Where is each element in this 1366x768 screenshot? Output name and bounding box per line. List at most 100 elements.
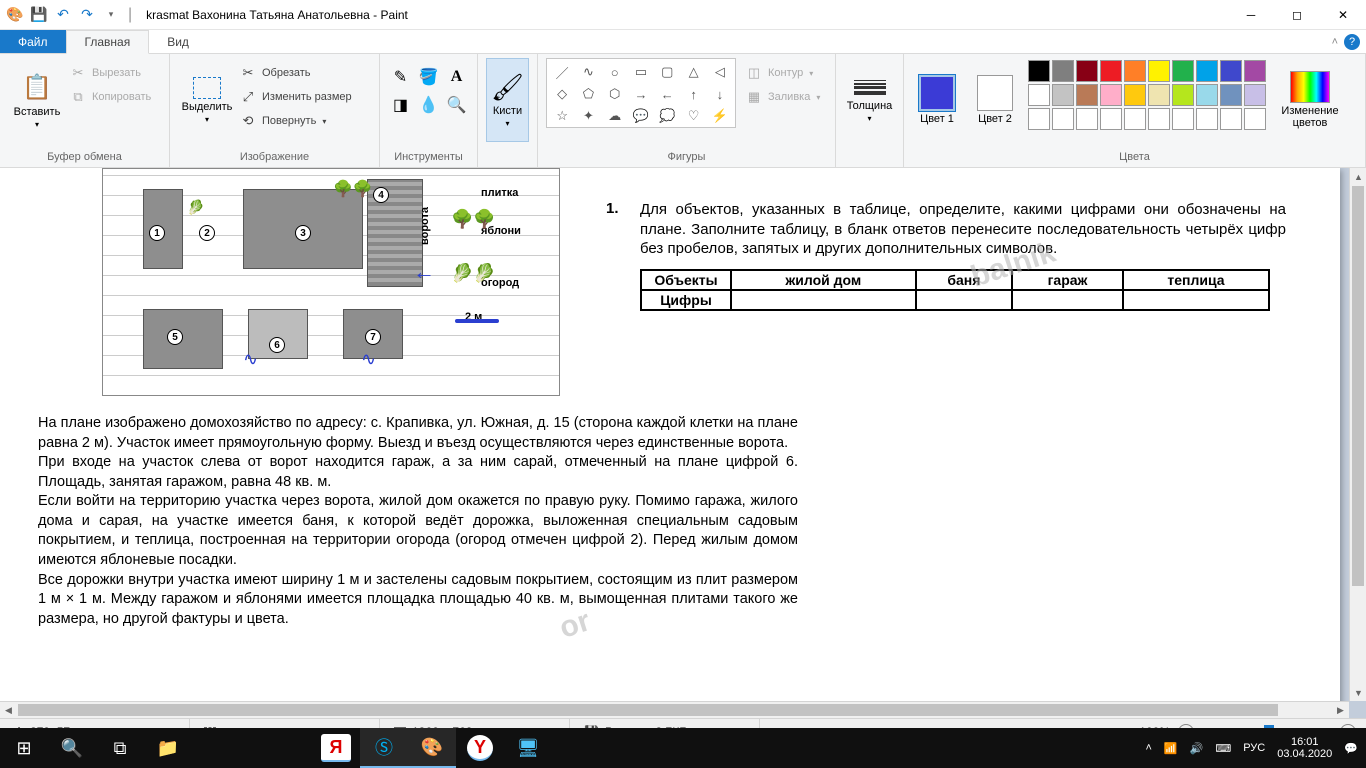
start-button[interactable]: ⊞ <box>0 728 48 768</box>
group-image-label: Изображение <box>170 149 379 167</box>
redo-icon[interactable]: ↷ <box>76 4 98 26</box>
clock[interactable]: 16:01 03.04.2020 <box>1277 736 1332 760</box>
collapse-ribbon-icon[interactable]: ˄ <box>1332 36 1338 48</box>
color-swatch[interactable] <box>1100 108 1122 130</box>
color-swatch[interactable] <box>1244 108 1266 130</box>
maximize-button[interactable]: ◻ <box>1274 0 1320 30</box>
shape-outline-button[interactable]: ◫Контур ▾ <box>742 62 824 84</box>
color-swatch[interactable] <box>1076 60 1098 82</box>
color-swatch[interactable] <box>1172 108 1194 130</box>
scroll-down-icon[interactable]: ▼ <box>1350 684 1366 701</box>
sound-icon[interactable]: 🔊 <box>1190 742 1204 755</box>
scroll-thumb-h[interactable] <box>18 704 1278 716</box>
tab-view[interactable]: Вид <box>149 30 207 53</box>
paint-taskbar-icon[interactable]: 🎨 <box>408 728 456 768</box>
search-icon[interactable]: 🔍 <box>48 728 96 768</box>
tab-home[interactable]: Главная <box>66 30 150 54</box>
resize-button[interactable]: ⤢Изменить размер <box>236 86 356 108</box>
scroll-left-icon[interactable]: ◀ <box>0 702 17 718</box>
color-swatch[interactable] <box>1244 60 1266 82</box>
rotate-button[interactable]: ⟲Повернуть ▾ <box>236 110 356 132</box>
vertical-scrollbar[interactable]: ▲ ▼ <box>1349 168 1366 701</box>
task-view-icon[interactable]: ⧉ <box>96 728 144 768</box>
color-swatch[interactable] <box>1172 84 1194 106</box>
color-swatch[interactable] <box>1052 60 1074 82</box>
color-swatch[interactable] <box>1100 84 1122 106</box>
eraser-tool[interactable]: ◨ <box>388 92 414 118</box>
color-swatch[interactable] <box>1052 108 1074 130</box>
color-swatch[interactable] <box>1148 108 1170 130</box>
tray-chevron-icon[interactable]: ˄ <box>1145 742 1151 754</box>
color-swatch[interactable] <box>1196 84 1218 106</box>
tab-file[interactable]: Файл <box>0 30 66 53</box>
brushes-button[interactable]: 🖌 Кисти▾ <box>486 58 529 142</box>
color-swatch[interactable] <box>1148 60 1170 82</box>
desktop-icon[interactable]: 🖥 <box>504 728 552 768</box>
palette-row3[interactable] <box>1028 108 1266 130</box>
color2-button[interactable]: Цвет 2 <box>970 58 1020 142</box>
color-swatch[interactable] <box>1124 60 1146 82</box>
crop-icon: ✂ <box>240 65 256 81</box>
color-swatch[interactable] <box>1028 60 1050 82</box>
pencil-tool[interactable]: ✎ <box>388 64 414 90</box>
close-button[interactable]: ✕ <box>1320 0 1366 30</box>
color-swatch[interactable] <box>1196 60 1218 82</box>
color-swatch[interactable] <box>1124 108 1146 130</box>
wifi-icon[interactable]: 📶 <box>1164 742 1178 755</box>
help-icon[interactable]: ? <box>1344 34 1360 50</box>
window-controls: ─ ◻ ✕ <box>1228 0 1366 30</box>
select-button[interactable]: Выделить▾ <box>178 58 236 142</box>
edit-colors-button[interactable]: Изменение цветов <box>1274 58 1346 142</box>
file-explorer-icon[interactable]: 📁 <box>144 728 192 768</box>
color-swatch[interactable] <box>1076 84 1098 106</box>
save-icon[interactable]: 💾 <box>28 4 50 26</box>
color-swatch[interactable] <box>1196 108 1218 130</box>
skype-icon[interactable]: Ⓢ <box>360 728 408 768</box>
color-swatch[interactable] <box>1244 84 1266 106</box>
color-swatch[interactable] <box>1028 84 1050 106</box>
color-swatch[interactable] <box>1028 108 1050 130</box>
scroll-up-icon[interactable]: ▲ <box>1350 168 1366 185</box>
line-weight-button[interactable]: Толщина▾ <box>844 58 895 142</box>
crop-button[interactable]: ✂Обрезать <box>236 62 356 84</box>
copy-button[interactable]: ⧉Копировать <box>66 86 155 108</box>
task-text: Для объектов, указанных в таблице, опред… <box>640 200 1286 259</box>
keyboard-icon[interactable]: ⌨ <box>1215 742 1231 755</box>
fill-tool[interactable]: 🪣 <box>416 64 442 90</box>
text-tool[interactable]: A <box>444 64 470 90</box>
magnifier-tool[interactable]: 🔍 <box>444 92 470 118</box>
color-swatch[interactable] <box>1172 60 1194 82</box>
language-indicator[interactable]: РУС <box>1243 742 1265 754</box>
color-swatch[interactable] <box>1124 84 1146 106</box>
scroll-thumb-v[interactable] <box>1352 186 1364 586</box>
color1-button[interactable]: Цвет 1 <box>912 58 962 142</box>
picker-tool[interactable]: 💧 <box>416 92 442 118</box>
yandex-browser-icon[interactable]: Y <box>467 735 493 761</box>
yandex-icon[interactable]: Я <box>321 734 351 762</box>
shapes-gallery[interactable]: ／∿○▭▢△◁ ◇⬠⬡→←↑↓ ☆✦☁💬💭♡⚡ <box>546 58 736 128</box>
paste-button[interactable]: 📋 Вставить▾ <box>8 58 66 142</box>
color-swatch[interactable] <box>1076 108 1098 130</box>
paint-app-icon[interactable]: 🎨 <box>4 4 26 26</box>
palette-row1[interactable] <box>1028 60 1266 82</box>
horizontal-scrollbar[interactable]: ◀ ▶ <box>0 701 1349 718</box>
rotate-icon: ⟲ <box>240 113 256 129</box>
notifications-icon[interactable]: 💬 <box>1344 742 1358 755</box>
undo-icon[interactable]: ↶ <box>52 4 74 26</box>
color-swatch[interactable] <box>1220 84 1242 106</box>
qat-customize-icon[interactable]: ▾ <box>100 4 122 26</box>
cut-button[interactable]: ✂Вырезать <box>66 62 155 84</box>
select-rect-icon <box>193 77 221 99</box>
color-swatch[interactable] <box>1220 60 1242 82</box>
canvas[interactable]: 1 2 3 4 5 6 7 плитка яблони огород 2 м в… <box>0 168 1340 718</box>
color-swatch[interactable] <box>1100 60 1122 82</box>
brush-icon: 🖌 <box>491 72 524 103</box>
color-swatch[interactable] <box>1220 108 1242 130</box>
scroll-right-icon[interactable]: ▶ <box>1332 702 1349 718</box>
shape-fill-button[interactable]: ▦Заливка ▾ <box>742 86 824 108</box>
color-swatch[interactable] <box>1052 84 1074 106</box>
minimize-button[interactable]: ─ <box>1228 0 1274 30</box>
color-swatch[interactable] <box>1148 84 1170 106</box>
task-table: Объекты жилой дом баня гараж теплица Циф… <box>640 269 1270 311</box>
palette-row2[interactable] <box>1028 84 1266 106</box>
